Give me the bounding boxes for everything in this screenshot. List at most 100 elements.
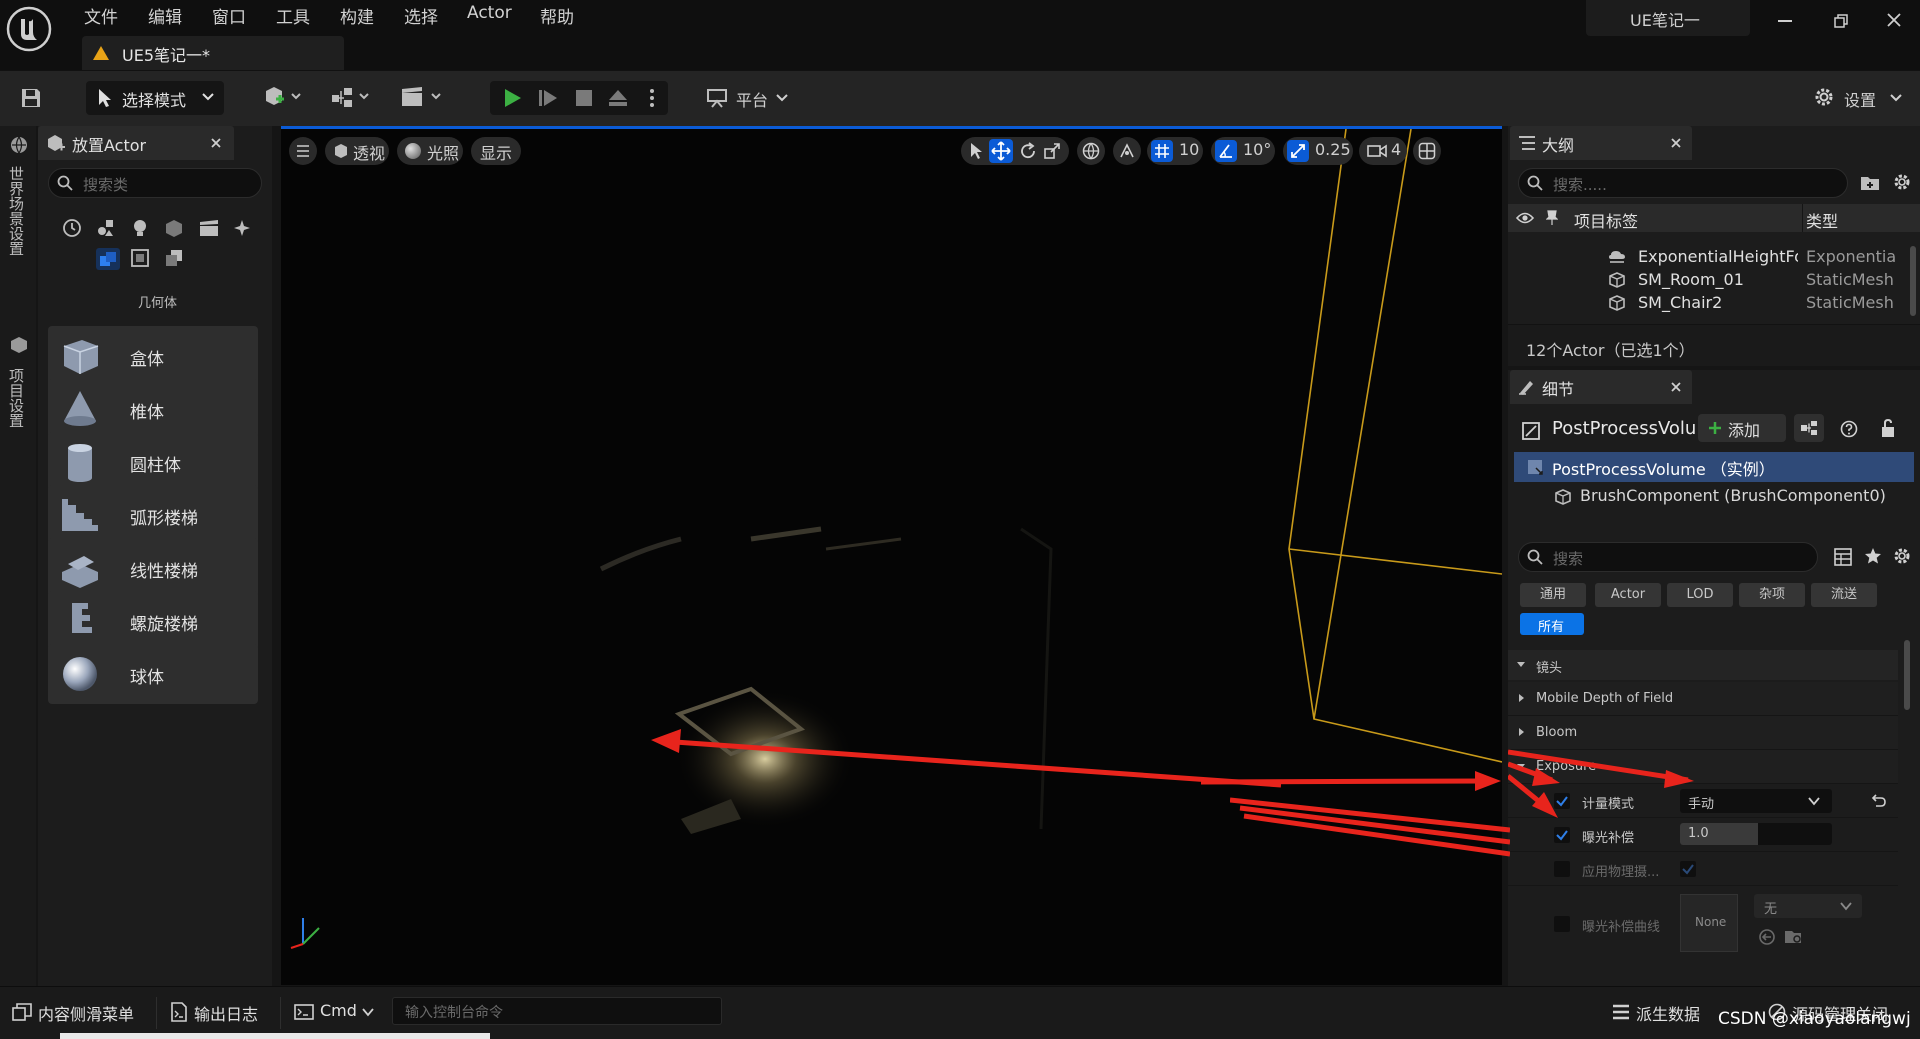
add-component-button[interactable]: 添加 xyxy=(1698,414,1786,442)
details-search-input[interactable]: 搜索 xyxy=(1518,542,1818,572)
coordinate-system-button[interactable] xyxy=(1077,137,1105,165)
blueprint-icon[interactable] xyxy=(1794,414,1824,442)
outliner-scrollbar[interactable] xyxy=(1910,246,1916,316)
menu-window[interactable]: 窗口 xyxy=(212,3,246,28)
menu-help[interactable]: 帮助 xyxy=(540,3,574,28)
move-tool-icon[interactable] xyxy=(989,139,1013,163)
add-folder-icon[interactable] xyxy=(1860,174,1880,192)
place-actor-box[interactable]: 盒体 xyxy=(48,326,258,386)
actor-name[interactable]: PostProcessVolu xyxy=(1552,418,1700,439)
lights-icon[interactable] xyxy=(130,218,150,238)
content-drawer-button[interactable]: 内容侧滑菜单 xyxy=(8,997,152,1027)
filter-streaming[interactable]: 流送 xyxy=(1811,583,1877,607)
geometry-category-icon[interactable] xyxy=(96,248,120,270)
minimize-icon[interactable] xyxy=(1778,20,1792,22)
col-item-label[interactable]: 项目标签 xyxy=(1574,208,1638,232)
close-tab-icon[interactable] xyxy=(1670,137,1682,149)
outliner-row[interactable]: ExponentialHeightFo Exponentia xyxy=(1508,246,1908,268)
component-root[interactable]: PostProcessVolume （实例） xyxy=(1514,452,1914,482)
project-settings-tab[interactable]: 项目设置 xyxy=(7,368,27,428)
menu-build[interactable]: 构建 xyxy=(340,3,374,28)
menu-tools[interactable]: 工具 xyxy=(276,3,310,28)
save-icon[interactable] xyxy=(20,87,42,109)
gear-icon[interactable] xyxy=(1892,546,1912,566)
rotate-tool-icon[interactable] xyxy=(1019,142,1037,160)
col-type[interactable]: 类型 xyxy=(1806,208,1838,232)
stop-icon[interactable] xyxy=(576,90,592,106)
more-options-icon[interactable] xyxy=(650,88,654,108)
outliner-row[interactable]: SM_Room_01 StaticMesh xyxy=(1508,269,1908,291)
gear-icon[interactable] xyxy=(1892,172,1912,192)
outliner-row[interactable]: SM_Chair2 StaticMesh xyxy=(1508,292,1908,314)
world-settings-tab[interactable]: 世界场景设置 xyxy=(7,166,27,256)
shapes-icon[interactable] xyxy=(164,218,184,238)
settings-button[interactable]: 设置 xyxy=(1808,83,1912,113)
outliner-tab[interactable]: 大纲 xyxy=(1510,126,1692,160)
close-window-icon[interactable] xyxy=(1886,12,1902,28)
viewport-menu-button[interactable] xyxy=(289,137,317,165)
filter-actor[interactable]: Actor xyxy=(1595,583,1661,607)
perspective-button[interactable]: 透视 xyxy=(325,137,389,165)
output-log-button[interactable]: 输出日志 xyxy=(166,997,272,1027)
blueprint-icon[interactable] xyxy=(330,85,374,109)
restore-icon[interactable] xyxy=(1834,14,1848,28)
show-button[interactable]: 显示 xyxy=(471,137,521,165)
all-classes-icon[interactable] xyxy=(164,248,184,268)
place-actor-sphere[interactable]: 球体 xyxy=(48,644,258,704)
place-actor-cylinder[interactable]: 圆柱体 xyxy=(48,432,258,492)
filter-lod[interactable]: LOD xyxy=(1667,583,1733,607)
scale-tool-icon[interactable] xyxy=(1043,142,1061,160)
place-actor-spiral-stairs[interactable]: 螺旋楼梯 xyxy=(48,591,258,651)
derived-data-button[interactable]: 派生数据 xyxy=(1610,997,1710,1027)
close-tab-icon[interactable] xyxy=(1670,381,1682,393)
place-actor-curved-stairs[interactable]: 弧形楼梯 xyxy=(48,485,258,545)
menu-file[interactable]: 文件 xyxy=(84,3,118,28)
details-tab[interactable]: 细节 xyxy=(1510,370,1692,404)
menu-edit[interactable]: 编辑 xyxy=(148,3,182,28)
help-icon[interactable] xyxy=(1840,420,1858,438)
camera-speed-button[interactable]: 4 xyxy=(1359,137,1407,165)
table-view-icon[interactable] xyxy=(1834,548,1852,566)
select-tool-icon[interactable] xyxy=(969,142,983,160)
cmd-dropdown[interactable]: Cmd xyxy=(292,997,382,1027)
basic-icon[interactable] xyxy=(96,218,116,238)
select-mode-button[interactable]: 选择模式 xyxy=(86,81,224,115)
place-actor-linear-stairs[interactable]: 线性楼梯 xyxy=(48,538,258,598)
cinematics-icon[interactable] xyxy=(400,85,446,109)
unreal-logo-icon[interactable] xyxy=(6,6,52,52)
visual-effects-icon[interactable] xyxy=(232,218,252,238)
grid-snap-button[interactable]: 10 xyxy=(1147,137,1203,165)
project-settings-icon[interactable] xyxy=(10,336,28,354)
eject-icon[interactable] xyxy=(608,89,628,107)
step-icon[interactable] xyxy=(538,89,558,107)
favorite-star-icon[interactable] xyxy=(1864,547,1882,565)
place-actors-tab[interactable]: 放置Actor xyxy=(38,126,234,160)
surface-snap-button[interactable] xyxy=(1113,137,1141,165)
place-actor-cone[interactable]: 椎体 xyxy=(48,379,258,439)
close-tab-icon[interactable] xyxy=(210,137,222,149)
details-scrollbar[interactable] xyxy=(1904,640,1910,710)
menu-actor[interactable]: Actor xyxy=(467,3,512,23)
component-child[interactable]: BrushComponent (BrushComponent0) xyxy=(1514,482,1914,512)
filter-all-button[interactable]: 所有 xyxy=(1520,613,1584,635)
rotation-snap-button[interactable]: 10° xyxy=(1211,137,1275,165)
class-search-input[interactable]: 搜索类 xyxy=(48,168,262,198)
filter-misc[interactable]: 杂项 xyxy=(1739,583,1805,607)
outliner-search-input[interactable]: 搜索..... xyxy=(1518,168,1848,198)
lighting-button[interactable]: 光照 xyxy=(397,137,463,165)
document-tab[interactable]: UE5笔记一* xyxy=(82,36,344,70)
play-icon[interactable] xyxy=(502,88,522,108)
pin-icon[interactable] xyxy=(1546,210,1558,226)
filter-general[interactable]: 通用 xyxy=(1520,583,1586,607)
visibility-eye-icon[interactable] xyxy=(1516,211,1534,225)
volumes-icon[interactable] xyxy=(130,248,150,268)
lock-icon[interactable] xyxy=(1880,418,1896,438)
menu-select[interactable]: 选择 xyxy=(404,3,438,28)
add-actor-icon[interactable] xyxy=(264,85,306,109)
console-input[interactable]: 输入控制台命令 xyxy=(392,997,722,1025)
world-settings-icon[interactable] xyxy=(10,136,28,154)
cinematic-icon[interactable] xyxy=(198,218,220,238)
recent-icon[interactable] xyxy=(62,218,82,238)
platform-button[interactable]: 平台 xyxy=(704,85,804,113)
layout-button[interactable] xyxy=(1413,137,1441,165)
